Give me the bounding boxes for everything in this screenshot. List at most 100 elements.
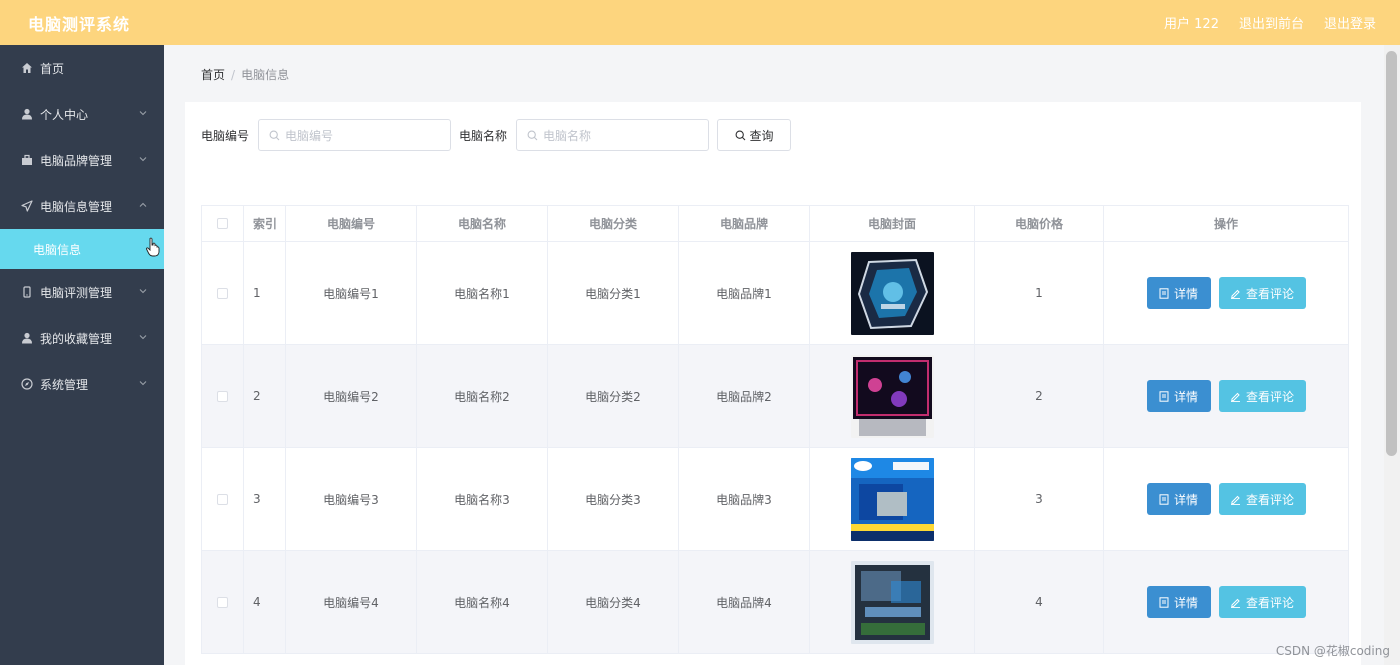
- document-icon: [1159, 287, 1169, 299]
- sidebar-subitem-computer-info[interactable]: 电脑信息: [0, 229, 164, 269]
- search-icon: [269, 130, 280, 140]
- phone-icon: [20, 286, 33, 299]
- detail-button-label: 详情: [1173, 389, 1198, 404]
- row-checkbox[interactable]: [217, 287, 228, 299]
- computer-cover-image: [850, 560, 934, 644]
- table-row: 4 电脑编号4 电脑名称4 电脑分类4 电脑品牌4 4 详情 查看评论: [202, 551, 1348, 654]
- view-reviews-label: 查看评论: [1245, 595, 1294, 610]
- row-code: 电脑编号1: [286, 242, 417, 344]
- page-scrollbar[interactable]: [1384, 45, 1400, 665]
- hand-cursor-icon: [146, 237, 160, 257]
- row-cover-cell: [810, 242, 975, 344]
- detail-button[interactable]: 详情: [1146, 586, 1211, 618]
- sidebar-item-info-management[interactable]: 电脑信息管理: [0, 183, 164, 229]
- chevron-down-icon: [139, 335, 147, 340]
- header-category: 电脑分类: [548, 206, 679, 241]
- logout-link[interactable]: 退出登录: [1324, 13, 1376, 32]
- breadcrumb-current: 电脑信息: [241, 68, 290, 82]
- search-icon: [527, 130, 538, 140]
- row-checkbox[interactable]: [217, 390, 228, 402]
- row-code: 电脑编号2: [286, 345, 417, 447]
- name-placeholder: 电脑名称: [543, 128, 592, 143]
- sidebar-subitem-label: 电脑信息: [33, 242, 82, 257]
- row-select-cell: [202, 551, 244, 653]
- row-checkbox[interactable]: [217, 596, 228, 608]
- app-title: 电脑测评系统: [28, 14, 131, 34]
- table-body: 1 电脑编号1 电脑名称1 电脑分类1 电脑品牌1 1 详情 查看评论 2 电脑…: [202, 242, 1348, 654]
- row-price: 3: [975, 448, 1104, 550]
- sidebar-item-home[interactable]: 首页: [0, 45, 164, 91]
- sidebar-item-review-management[interactable]: 电脑评测管理: [0, 269, 164, 315]
- query-button[interactable]: 查询: [717, 119, 792, 151]
- detail-button[interactable]: 详情: [1146, 483, 1211, 515]
- row-select-cell: [202, 448, 244, 550]
- detail-button[interactable]: 详情: [1146, 380, 1211, 412]
- view-reviews-button[interactable]: 查看评论: [1218, 483, 1306, 515]
- select-all-checkbox[interactable]: [217, 218, 228, 229]
- row-actions: 详情 查看评论: [1104, 551, 1348, 653]
- document-icon: [1159, 596, 1169, 608]
- code-placeholder: 电脑编号: [285, 128, 334, 143]
- compass-icon: [20, 378, 33, 391]
- row-checkbox[interactable]: [217, 493, 228, 505]
- select-all-cell: [202, 206, 244, 241]
- row-category: 电脑分类4: [548, 551, 679, 653]
- detail-button-label: 详情: [1173, 595, 1198, 610]
- view-reviews-button[interactable]: 查看评论: [1218, 380, 1306, 412]
- current-user-label: 用户 122: [1164, 17, 1219, 32]
- sidebar-item-label: 系统管理: [40, 377, 89, 392]
- sidebar-item-label: 我的收藏管理: [40, 331, 113, 346]
- row-index: 4: [244, 551, 286, 653]
- table-row: 1 电脑编号1 电脑名称1 电脑分类1 电脑品牌1 1 详情 查看评论: [202, 242, 1348, 345]
- row-price: 1: [975, 242, 1104, 344]
- view-reviews-button[interactable]: 查看评论: [1218, 586, 1306, 618]
- row-select-cell: [202, 242, 244, 344]
- home-icon: [20, 62, 33, 75]
- row-select-cell: [202, 345, 244, 447]
- row-price: 4: [975, 551, 1104, 653]
- query-button-label: 查询: [749, 128, 774, 143]
- user-icon: [20, 108, 33, 121]
- row-name: 电脑名称2: [417, 345, 548, 447]
- chevron-down-icon: [139, 111, 147, 116]
- detail-button[interactable]: 详情: [1146, 277, 1211, 309]
- chevron-down-icon: [139, 289, 147, 294]
- row-index: 1: [244, 242, 286, 344]
- exit-to-front-link[interactable]: 退出到前台: [1239, 13, 1304, 32]
- top-actions: 用户 122 退出到前台 退出登录: [1164, 13, 1376, 32]
- row-index: 3: [244, 448, 286, 550]
- sidebar-item-label: 电脑品牌管理: [40, 153, 113, 168]
- view-reviews-label: 查看评论: [1245, 286, 1294, 301]
- view-reviews-label: 查看评论: [1245, 492, 1294, 507]
- header-brand: 电脑品牌: [679, 206, 810, 241]
- row-brand: 电脑品牌4: [679, 551, 810, 653]
- view-reviews-button[interactable]: 查看评论: [1218, 277, 1306, 309]
- row-category: 电脑分类1: [548, 242, 679, 344]
- sidebar: 首页 个人中心 电脑品牌管理 电脑信息管理 电脑信息 电脑评测管理 我的收藏管理…: [0, 45, 164, 665]
- sidebar-item-brand-management[interactable]: 电脑品牌管理: [0, 137, 164, 183]
- edit-icon: [1230, 495, 1240, 505]
- row-actions: 详情 查看评论: [1104, 242, 1348, 344]
- edit-icon: [1230, 392, 1240, 402]
- sidebar-item-label: 个人中心: [40, 107, 89, 122]
- name-search-input[interactable]: 电脑名称: [516, 119, 710, 151]
- sidebar-item-personal-center[interactable]: 个人中心: [0, 91, 164, 137]
- scrollbar-thumb[interactable]: [1386, 51, 1397, 456]
- sidebar-item-favorites-management[interactable]: 我的收藏管理: [0, 315, 164, 361]
- code-search-input[interactable]: 电脑编号: [258, 119, 452, 151]
- table-header-row: 索引 电脑编号 电脑名称 电脑分类 电脑品牌 电脑封面 电脑价格 操作: [202, 206, 1348, 242]
- row-actions: 详情 查看评论: [1104, 345, 1348, 447]
- sidebar-item-label: 首页: [40, 61, 65, 76]
- header-name: 电脑名称: [417, 206, 548, 241]
- breadcrumb-home[interactable]: 首页: [201, 68, 225, 82]
- chevron-down-icon: [139, 157, 147, 162]
- computer-table: 索引 电脑编号 电脑名称 电脑分类 电脑品牌 电脑封面 电脑价格 操作 1 电脑…: [201, 205, 1349, 654]
- sidebar-item-system-management[interactable]: 系统管理: [0, 361, 164, 407]
- row-price: 2: [975, 345, 1104, 447]
- breadcrumb-separator: /: [231, 68, 236, 82]
- user-icon: [20, 332, 33, 345]
- computer-cover-image: [850, 457, 934, 541]
- row-index: 2: [244, 345, 286, 447]
- row-category: 电脑分类2: [548, 345, 679, 447]
- name-label: 电脑名称: [459, 128, 508, 143]
